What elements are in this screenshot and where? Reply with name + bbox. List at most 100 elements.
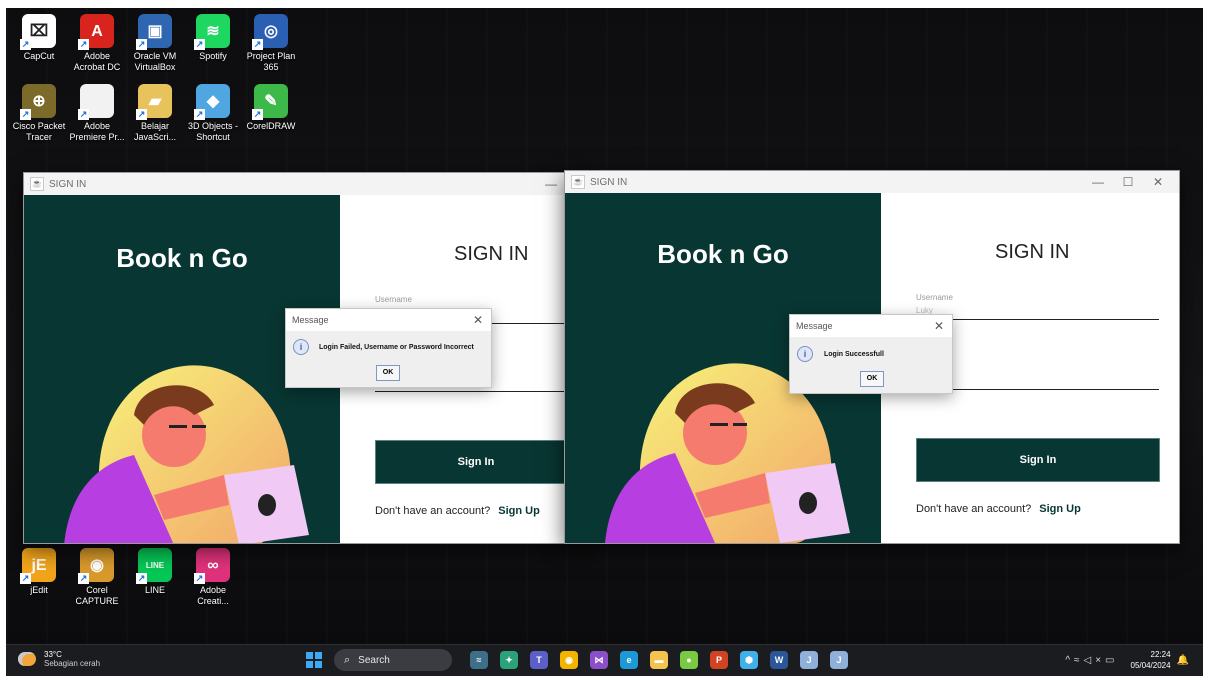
desktop-icon-jedit[interactable]: jE ↗ jEdit [10, 548, 68, 596]
desktop-icon-label: Adobe Creati... [197, 585, 229, 606]
shortcut-arrow-icon: ↗ [78, 109, 89, 120]
signin-heading: SIGN IN [995, 241, 1070, 263]
weather-temp: 33°C [44, 650, 62, 659]
line-icon: LINE ↗ [136, 548, 172, 584]
desktop-icon-label: Corel CAPTURE [75, 585, 119, 606]
close-icon[interactable]: ✕ [934, 315, 944, 337]
dialog-titlebar[interactable]: Message ✕ [286, 309, 491, 331]
clock-time: 22:24 [1150, 650, 1171, 659]
signup-link[interactable]: Sign Up [498, 505, 540, 517]
dialog-title: Message [796, 321, 833, 331]
desktop-icon-label: Cisco Packet Tracer [12, 121, 66, 142]
minimize-icon[interactable]: — [1083, 171, 1113, 193]
virtualbox-icon: ▣ ↗ [136, 14, 172, 50]
creative-cloud-icon: ∞ ↗ [194, 548, 230, 584]
teams-icon[interactable]: T [530, 651, 548, 669]
speaker-muted-icon[interactable]: ◁× [1084, 655, 1106, 666]
close-icon[interactable]: ✕ [473, 309, 483, 331]
folder-icon: ▰ ↗ [136, 84, 172, 120]
battery-icon[interactable]: ▭ [1105, 655, 1118, 666]
desktop-icon-document[interactable]: ↗ Adobe Premiere Pr... [68, 84, 126, 143]
jedit-icon: jE ↗ [20, 548, 56, 584]
brand-title: Book n Go [116, 243, 248, 273]
notification-bell-icon[interactable]: 🔔 [1177, 655, 1189, 666]
signin-button[interactable]: Sign In [916, 438, 1160, 482]
corel-capture-icon: ◉ ↗ [78, 548, 114, 584]
desktop-icon-folder[interactable]: ▰ ↗ Belajar JavaScri... [126, 84, 184, 143]
maximize-icon[interactable]: ☐ [1113, 171, 1143, 193]
desktop-icon-corel-capture[interactable]: ◉ ↗ Corel CAPTURE [68, 548, 126, 607]
desktop-icon-label: Spotify [199, 51, 227, 61]
signup-link[interactable]: Sign Up [1039, 503, 1081, 515]
chrome-icon[interactable]: ◉ [560, 651, 578, 669]
taskbar-apps: ≈ ✦ T ◉ ⋈ e ▬ ● P ⬢ W J J [464, 651, 854, 669]
document-icon: ↗ [78, 84, 114, 120]
tray-icons[interactable]: ^≈◁×▭ [1065, 655, 1118, 666]
close-icon[interactable]: ✕ [1143, 171, 1173, 193]
chevron-up-icon[interactable]: ^ [1065, 655, 1074, 666]
taskbar: 33°C Sebagian cerah ⌕ Search ≈ ✦ T ◉ ⋈ e ▬ ● P ⬢ W… [6, 644, 1203, 677]
word-icon[interactable]: W [770, 651, 788, 669]
packet-tracer-icon: ⊕ ↗ [20, 84, 56, 120]
capcut-icon: ⌧ ↗ [20, 14, 56, 50]
brand-title: Book n Go [657, 239, 789, 269]
edge-icon[interactable]: e [620, 651, 638, 669]
visual-studio-icon[interactable]: ⋈ [590, 651, 608, 669]
3d-objects-icon: ◆ ↗ [194, 84, 230, 120]
dialog-title: Message [292, 315, 329, 325]
clock[interactable]: 22:24 05/04/2024 [1131, 649, 1171, 671]
desktop-icon-coreldraw[interactable]: ✎ ↗ CorelDRAW [242, 84, 300, 132]
window-titlebar[interactable]: ☕ SIGN IN — [24, 173, 572, 195]
desktop-icon-packet-tracer[interactable]: ⊕ ↗ Cisco Packet Tracer [10, 84, 68, 143]
dialog-titlebar[interactable]: Message ✕ [790, 315, 952, 337]
desktop-icon-capcut[interactable]: ⌧ ↗ CapCut [10, 14, 68, 62]
desktop-icon-creative-cloud[interactable]: ∞ ↗ Adobe Creati... [184, 548, 242, 607]
signup-row: Don't have an account? Sign Up [916, 503, 1081, 515]
username-label: Username [916, 293, 953, 302]
color-app-icon[interactable]: ● [680, 651, 698, 669]
widgets-icon[interactable]: ≈ [470, 651, 488, 669]
dialog-body: i Login Successfull OK [790, 337, 952, 393]
java-app-icon[interactable]: J [800, 651, 818, 669]
signin-button[interactable]: Sign In [375, 440, 572, 484]
weather-icon [18, 652, 36, 666]
shortcut-arrow-icon: ↗ [194, 573, 205, 584]
dialog-message: Login Failed, Username or Password Incor… [319, 344, 474, 351]
desktop-icon-3d-objects[interactable]: ◆ ↗ 3D Objects - Shortcut [184, 84, 242, 143]
username-label: Username [375, 295, 412, 304]
info-icon: i [293, 339, 309, 355]
weather-widget[interactable]: 33°C Sebagian cerah [18, 650, 100, 668]
coreldraw-icon: ✎ ↗ [252, 84, 288, 120]
desktop-icon-acrobat[interactable]: A ↗ Adobe Acrobat DC [68, 14, 126, 73]
minimize-icon[interactable]: — [536, 173, 566, 195]
desktop-icon-label: Oracle VM VirtualBox [133, 51, 177, 72]
shortcut-arrow-icon: ↗ [136, 109, 147, 120]
windows-start-icon[interactable] [306, 652, 322, 668]
ok-button[interactable]: OK [376, 365, 400, 381]
app-cube-icon[interactable]: ⬢ [740, 651, 758, 669]
desktop-icon-projectplan[interactable]: ◎ ↗ Project Plan 365 [242, 14, 300, 73]
desktop-icon-virtualbox[interactable]: ▣ ↗ Oracle VM VirtualBox [126, 14, 184, 73]
powerpoint-icon[interactable]: P [710, 651, 728, 669]
desktop-icon-label: Adobe Acrobat DC [73, 51, 121, 72]
copilot-icon[interactable]: ✦ [500, 651, 518, 669]
weather-desc: Sebagian cerah [44, 659, 101, 668]
signin-heading: SIGN IN [454, 243, 529, 265]
java-app-icon-2[interactable]: J [830, 651, 848, 669]
ok-button[interactable]: OK [860, 371, 884, 387]
taskbar-search[interactable]: ⌕ Search [334, 649, 452, 671]
page-margin-top [0, 0, 1209, 8]
dialog-message: Login Successfull [824, 351, 884, 358]
desktop-icon-line[interactable]: LINE ↗ LINE [126, 548, 184, 596]
shortcut-arrow-icon: ↗ [194, 39, 205, 50]
window-titlebar[interactable]: ☕ SIGN IN — ☐ ✕ [565, 171, 1179, 193]
wifi-icon[interactable]: ≈ [1074, 655, 1084, 666]
desktop-icon-label: LINE [144, 585, 165, 595]
signup-prompt: Don't have an account? [916, 503, 1032, 515]
file-explorer-icon[interactable]: ▬ [650, 651, 668, 669]
desktop-icon-label: Adobe Premiere Pr... [69, 121, 125, 142]
desktop-icon-spotify[interactable]: ≋ ↗ Spotify [184, 14, 242, 62]
signup-prompt: Don't have an account? [375, 505, 491, 517]
dialog-body: i Login Failed, Username or Password Inc… [286, 331, 491, 387]
desktop: ⌧ ↗ CapCut A ↗ Adobe Acrobat DC ▣ ↗ Oracle VM Vi… [6, 8, 1203, 644]
